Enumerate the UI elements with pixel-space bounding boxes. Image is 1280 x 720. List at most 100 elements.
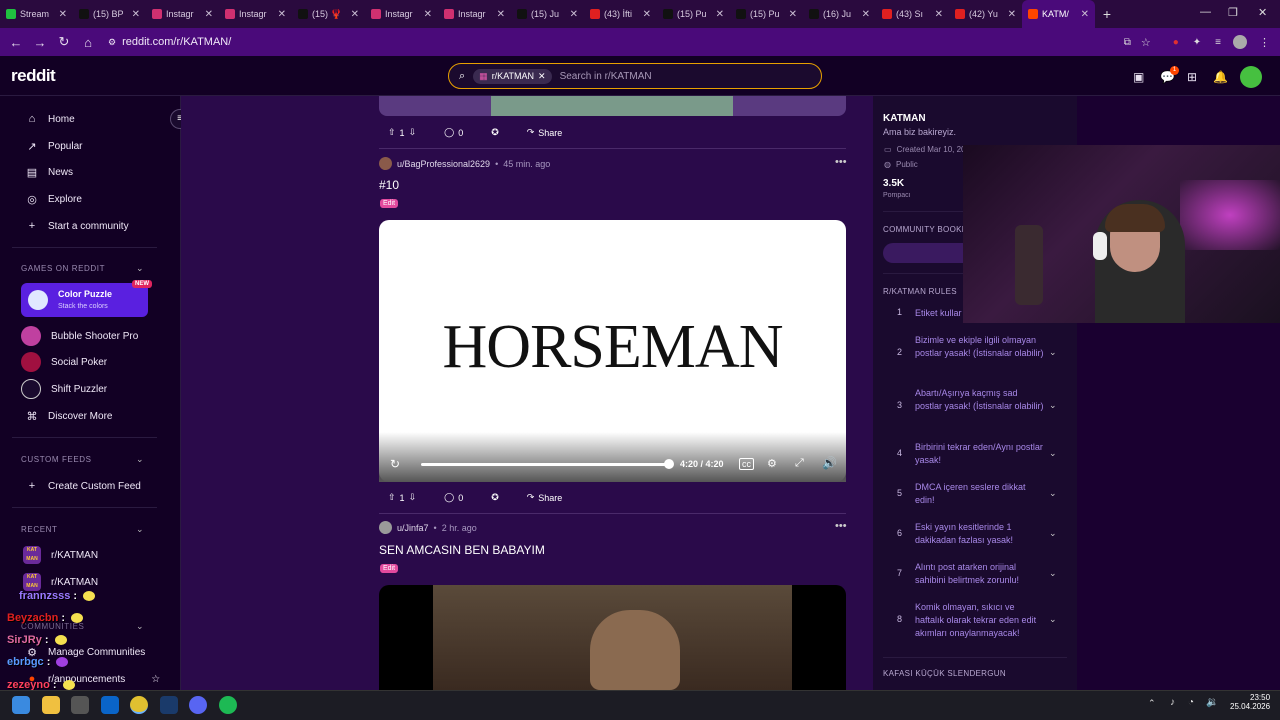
store-icon[interactable] <box>71 696 89 714</box>
install-icon[interactable]: ⧉ <box>1124 37 1131 48</box>
volume-tray-icon[interactable]: 🔉 <box>1206 697 1218 708</box>
post-title[interactable]: #10 <box>379 178 399 192</box>
tab-close-icon[interactable]: ✕ <box>497 9 505 20</box>
notifications-bell-icon[interactable]: 🔔 <box>1213 70 1228 84</box>
sidebar-item-start-community[interactable]: + Start a community <box>26 220 129 232</box>
browser-menu-icon[interactable]: ⋮ <box>1259 36 1270 49</box>
tab-close-icon[interactable]: ✕ <box>789 9 797 20</box>
upvote-icon[interactable]: ⇧ <box>388 127 396 138</box>
upvote-icon[interactable]: ⇧ <box>388 492 396 503</box>
tab-close-icon[interactable]: ✕ <box>205 9 213 20</box>
replay-icon[interactable]: ↻ <box>390 457 400 471</box>
system-clock[interactable]: 23:50 25.04.2026 <box>1230 693 1270 711</box>
chevron-down-icon[interactable]: ⌄ <box>1049 347 1057 358</box>
advertise-icon[interactable]: ▣ <box>1133 70 1144 84</box>
browser-tab[interactable]: (43) Sı ✕ <box>876 0 949 28</box>
tab-close-icon[interactable]: ✕ <box>1008 9 1016 20</box>
forward-icon[interactable]: → <box>28 35 52 50</box>
settings-gear-icon[interactable]: ⚙ <box>767 457 777 470</box>
chevron-down-icon[interactable]: ⌄ <box>1049 488 1057 499</box>
volume-icon[interactable]: 🔊 <box>822 456 837 470</box>
share-button[interactable]: ↷ Share <box>523 127 567 138</box>
game-shift-puzzler[interactable]: Shift Puzzler <box>21 379 107 399</box>
post-flair[interactable]: Edit <box>380 564 399 573</box>
network-icon[interactable]: ◔ <box>1188 697 1194 708</box>
featured-game-color-puzzle[interactable]: Color Puzzle Stack the colors <box>21 283 148 317</box>
chevron-down-icon[interactable]: ⌄ <box>1049 448 1057 459</box>
seek-handle[interactable] <box>664 459 674 469</box>
recent-community[interactable]: KAT MAN r/KATMAN <box>23 546 98 564</box>
chevron-down-icon[interactable]: ⌄ <box>1049 400 1057 411</box>
chip-close-icon[interactable]: ✕ <box>538 71 546 82</box>
microphone-icon[interactable]: ♪ <box>1170 697 1175 708</box>
search-scope-chip[interactable]: ▦ r/KATMAN ✕ <box>473 68 552 84</box>
browser-tab[interactable]: KATM/ ✕ <box>1022 0 1095 28</box>
downvote-icon[interactable]: ⇩ <box>409 492 417 503</box>
chevron-down-icon[interactable]: ⌄ <box>136 621 144 632</box>
close-window-icon[interactable]: ✕ <box>1258 6 1267 19</box>
create-post-icon[interactable]: ⊞ <box>1187 70 1197 84</box>
browser-tab[interactable]: (15) 🦞 ✕ <box>292 0 365 28</box>
reload-icon[interactable]: ↻ <box>52 34 76 50</box>
downvote-icon[interactable]: ⇩ <box>409 127 417 138</box>
sidebar-item-home[interactable]: ⌂ Home <box>26 113 75 125</box>
comments-button[interactable]: ◯ 0 <box>440 492 467 503</box>
profile-icon[interactable] <box>1233 35 1247 49</box>
browser-tab[interactable]: (15) Ju ✕ <box>511 0 584 28</box>
tab-close-icon[interactable]: ✕ <box>862 9 870 20</box>
video-seek-bar[interactable] <box>421 463 670 466</box>
game-bubble-shooter[interactable]: Bubble Shooter Pro <box>21 326 138 346</box>
comments-button[interactable]: ◯ 0 <box>440 127 467 138</box>
reddit-logo[interactable]: reddit <box>11 66 56 86</box>
tab-close-icon[interactable]: ✕ <box>935 9 943 20</box>
minimize-icon[interactable]: — <box>1200 6 1211 18</box>
browser-tab[interactable]: Instagr ✕ <box>219 0 292 28</box>
tab-close-icon[interactable]: ✕ <box>716 9 724 20</box>
chevron-down-icon[interactable]: ⌄ <box>1049 614 1057 625</box>
award-button[interactable]: ✪ <box>487 492 503 503</box>
tab-close-icon[interactable]: ✕ <box>278 9 286 20</box>
discord-icon[interactable] <box>189 696 207 714</box>
chevron-down-icon[interactable]: ⌄ <box>136 524 144 535</box>
browser-tab[interactable]: (16) Ju ✕ <box>803 0 876 28</box>
fullscreen-icon[interactable]: ⤢ <box>795 457 804 470</box>
tab-close-icon[interactable]: ✕ <box>1081 9 1089 20</box>
extension-icon[interactable]: ● <box>1173 37 1179 48</box>
maximize-icon[interactable]: ❐ <box>1228 6 1238 19</box>
browser-tab[interactable]: (42) Yu ✕ <box>949 0 1022 28</box>
browser-tab[interactable]: Stream ✕ <box>0 0 73 28</box>
browser-tab[interactable]: (15) BP ✕ <box>73 0 146 28</box>
spotify-icon[interactable] <box>219 696 237 714</box>
tab-close-icon[interactable]: ✕ <box>351 9 359 20</box>
tab-close-icon[interactable]: ✕ <box>132 9 140 20</box>
bookmark-star-icon[interactable]: ☆ <box>1141 36 1151 49</box>
post-title[interactable]: SEN AMCASIN BEN BABAYIM <box>379 543 545 557</box>
award-button[interactable]: ✪ <box>487 127 503 138</box>
browser-tab[interactable]: Instagr ✕ <box>146 0 219 28</box>
chrome-icon[interactable] <box>130 696 148 714</box>
chevron-down-icon[interactable]: ⌄ <box>1049 568 1057 579</box>
outlook-icon[interactable] <box>101 696 119 714</box>
tab-close-icon[interactable]: ✕ <box>643 9 651 20</box>
sidebar-item-news[interactable]: ▤ News <box>26 166 73 179</box>
browser-tab[interactable]: (15) Pu ✕ <box>657 0 730 28</box>
back-icon[interactable]: ← <box>4 35 28 50</box>
post-author[interactable]: u/Jinfa7 • 2 hr. ago <box>379 521 477 534</box>
chevron-down-icon[interactable]: ⌄ <box>136 454 144 465</box>
extensions-puzzle-icon[interactable]: ✦ <box>1193 37 1201 48</box>
more-options-icon[interactable]: ••• <box>835 156 847 168</box>
search-placeholder[interactable]: Search in r/KATMAN <box>560 71 652 82</box>
new-tab-button[interactable]: + <box>1095 6 1119 22</box>
home-icon[interactable]: ⌂ <box>76 35 100 50</box>
user-avatar[interactable] <box>1240 66 1262 88</box>
captions-icon[interactable]: cc <box>739 458 754 470</box>
game-social-poker[interactable]: Social Poker <box>21 352 107 372</box>
windows-start-icon[interactable] <box>12 696 30 714</box>
browser-tab[interactable]: Instagr ✕ <box>438 0 511 28</box>
chevron-down-icon[interactable]: ⌄ <box>136 263 144 274</box>
chevron-down-icon[interactable]: ⌄ <box>1049 528 1057 539</box>
favorite-star-icon[interactable]: ☆ <box>151 674 160 685</box>
file-explorer-icon[interactable] <box>42 696 60 714</box>
tray-chevron-icon[interactable]: ⌃ <box>1148 698 1156 709</box>
search-bar[interactable]: ⌕ ▦ r/KATMAN ✕ Search in r/KATMAN <box>448 63 822 89</box>
